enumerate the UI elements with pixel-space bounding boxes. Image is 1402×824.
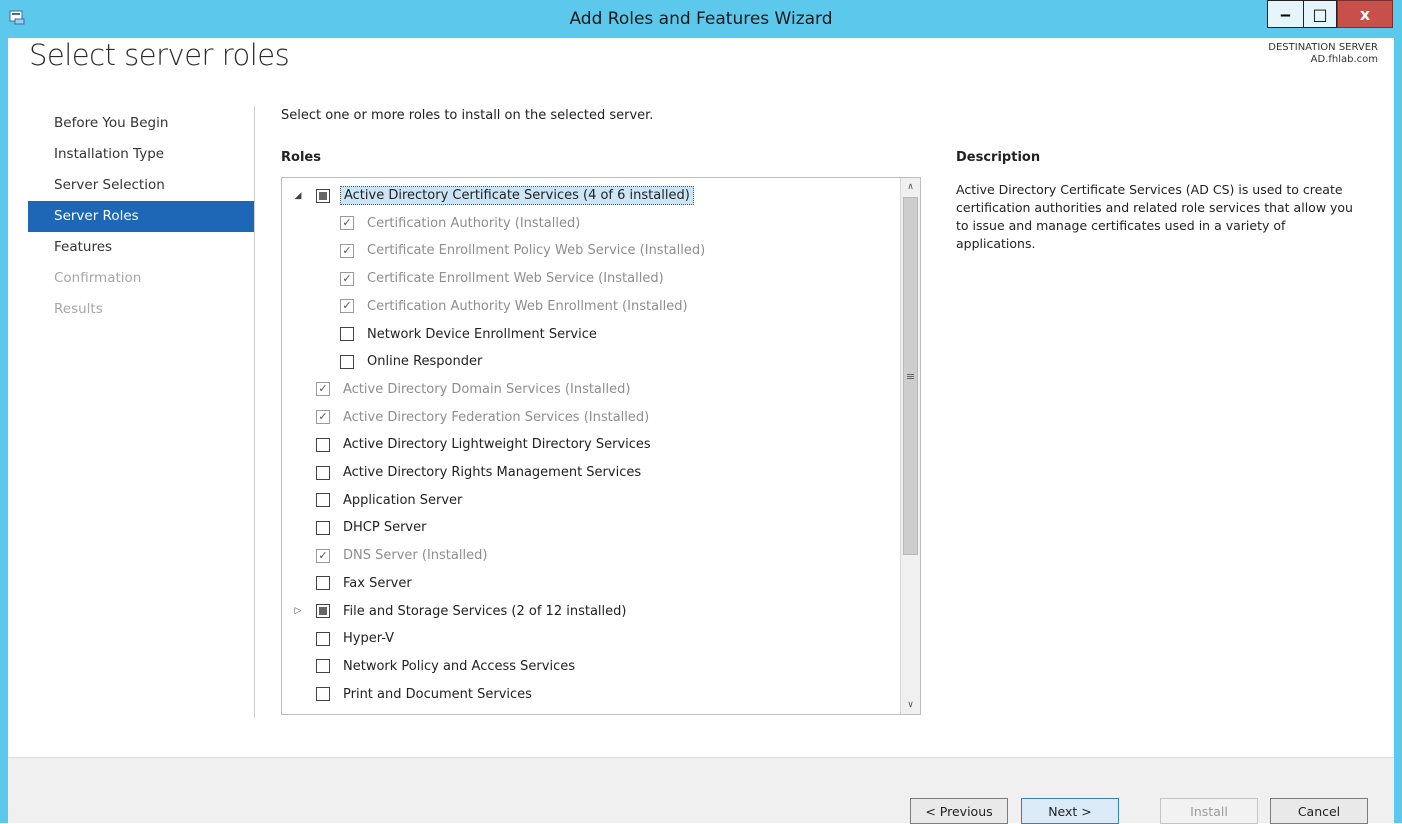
nav-step-before-you-begin[interactable]: Before You Begin — [28, 108, 254, 139]
maximize-button[interactable]: □ — [1303, 0, 1337, 28]
role-checkbox-installed: ✓ — [316, 410, 330, 425]
role-row[interactable]: Network Policy and Access Services — [282, 653, 898, 680]
nav-step-installation-type[interactable]: Installation Type — [28, 139, 254, 170]
role-label: Active Directory Domain Services (Instal… — [343, 381, 631, 397]
role-row[interactable]: ✓ Active Directory Federation Services (I… — [282, 404, 898, 431]
next-button[interactable]: Next > — [1021, 798, 1119, 824]
role-label: Certification Authority (Installed) — [367, 215, 581, 231]
expand-arrow-icon[interactable]: ▷ — [292, 606, 304, 616]
role-checkbox[interactable] — [340, 327, 354, 341]
role-checkbox[interactable] — [316, 576, 330, 591]
page-title: Select server roles — [29, 38, 290, 72]
role-checkbox[interactable] — [316, 687, 330, 702]
role-label: Active Directory Lightweight Directory S… — [343, 437, 651, 453]
role-label: Fax Server — [343, 575, 412, 591]
nav-step-confirmation: Confirmation — [54, 270, 142, 286]
role-row[interactable]: ✓ DNS Server (Installed) — [282, 542, 898, 569]
cancel-button[interactable]: Cancel — [1270, 798, 1368, 824]
role-label: Active Directory Federation Services (In… — [343, 409, 650, 425]
role-checkbox-partial[interactable] — [316, 188, 330, 203]
title-bar[interactable]: Add Roles and Features Wizard ‒ □ x — [0, 0, 1402, 38]
role-label: Certificate Enrollment Policy Web Servic… — [367, 243, 706, 259]
role-label: DHCP Server — [343, 520, 427, 536]
role-checkbox[interactable] — [316, 437, 330, 452]
scroll-up-icon[interactable]: ∧ — [901, 178, 920, 196]
roles-tree[interactable]: ∧ ≡ ∨ ◢ Active Directory Certificate Serv… — [281, 177, 921, 715]
role-checkbox[interactable] — [340, 354, 354, 369]
role-checkbox[interactable] — [316, 631, 330, 646]
nav-step-features[interactable]: Features — [28, 232, 254, 263]
description-text: Active Directory Certificate Services (A… — [956, 182, 1353, 251]
role-label: Hyper-V — [343, 631, 395, 647]
role-row[interactable]: ✓ Active Directory Domain Services (Insta… — [282, 376, 898, 403]
roles-heading: Roles — [281, 150, 321, 165]
role-row[interactable]: ▷ File and Storage Services (2 of 12 inst… — [282, 598, 898, 625]
role-label: Certification Authority Web Enrollment (… — [367, 298, 688, 314]
role-label: Active Directory Rights Management Servi… — [343, 465, 642, 480]
wizard-window: Add Roles and Features Wizard ‒ □ x Sele… — [0, 0, 1402, 824]
close-icon: x — [1359, 4, 1371, 24]
role-label: DNS Server (Installed) — [343, 548, 488, 564]
role-label: Active Directory Certificate Services (4… — [340, 186, 694, 205]
role-row[interactable]: ✓ Certificate Enrollment Policy Web Servi… — [282, 237, 898, 264]
minimize-icon: ‒ — [1279, 4, 1292, 24]
role-row[interactable]: ✓ Certificate Enrollment Web Service (Ins… — [282, 265, 898, 292]
roles-scrollbar[interactable]: ∧ ≡ ∨ — [900, 178, 920, 714]
previous-button[interactable]: < Previous — [910, 798, 1008, 824]
role-label: Application Server — [343, 492, 463, 508]
role-row[interactable]: ◢ Active Directory Certificate Services (… — [282, 182, 898, 209]
grip-icon: ≡ — [905, 369, 916, 383]
role-row[interactable]: ✓ Certification Authority Web Enrollment … — [282, 293, 898, 320]
role-row[interactable]: Active Directory Rights Management Servi… — [282, 459, 898, 486]
role-checkbox-installed: ✓ — [340, 299, 354, 314]
role-row[interactable]: Online Responder — [282, 348, 898, 375]
role-label: Network Device Enrollment Service — [367, 326, 597, 342]
role-row[interactable]: Fax Server — [282, 570, 898, 597]
instruction-text: Select one or more roles to install on t… — [281, 108, 654, 123]
window-title: Add Roles and Features Wizard — [569, 9, 833, 29]
role-label: Online Responder — [367, 354, 483, 370]
maximize-icon: □ — [1312, 4, 1328, 24]
role-row[interactable]: ✓ Certification Authority (Installed) — [282, 210, 898, 237]
role-label: Print and Document Services — [343, 686, 532, 702]
role-checkbox-installed: ✓ — [340, 243, 354, 258]
role-checkbox[interactable] — [316, 465, 330, 480]
role-checkbox-partial[interactable] — [316, 604, 330, 618]
role-checkbox-installed: ✓ — [340, 216, 354, 231]
description-heading: Description — [956, 150, 1041, 165]
minimize-button[interactable]: ‒ — [1267, 0, 1303, 28]
close-button[interactable]: x — [1337, 0, 1393, 28]
role-checkbox[interactable] — [316, 659, 330, 674]
role-checkbox-installed: ✓ — [340, 271, 354, 286]
role-row[interactable]: Network Device Enrollment Service — [282, 321, 898, 348]
role-label: File and Storage Services (2 of 12 insta… — [343, 603, 627, 619]
nav-step-server-roles[interactable]: Server Roles — [28, 201, 254, 232]
scroll-thumb[interactable]: ≡ — [903, 197, 918, 555]
role-row[interactable]: Print and Document Services — [282, 681, 898, 708]
nav-step-server-selection[interactable]: Server Selection — [28, 170, 254, 201]
role-checkbox-installed: ✓ — [316, 382, 330, 397]
role-row[interactable]: Hyper-V — [282, 625, 898, 652]
install-button: Install — [1160, 798, 1258, 824]
role-checkbox-installed: ✓ — [316, 548, 330, 563]
role-row[interactable]: Active Directory Lightweight Directory S… — [282, 431, 898, 458]
nav-divider — [254, 106, 255, 718]
role-row[interactable]: DHCP Server — [282, 514, 898, 541]
role-row[interactable]: Application Server — [282, 487, 898, 514]
role-label: Certificate Enrollment Web Service (Inst… — [367, 271, 664, 287]
role-label: Network Policy and Access Services — [343, 658, 575, 674]
scroll-down-icon[interactable]: ∨ — [901, 696, 920, 714]
role-checkbox[interactable] — [316, 493, 330, 508]
wizard-steps-nav: Before You Begin Installation Type Serve… — [28, 108, 254, 325]
collapse-arrow-icon[interactable]: ◢ — [292, 191, 304, 201]
destination-server-name: AD.fhlab.com — [1310, 54, 1378, 65]
role-checkbox[interactable] — [316, 520, 330, 535]
nav-step-results: Results — [54, 301, 103, 317]
